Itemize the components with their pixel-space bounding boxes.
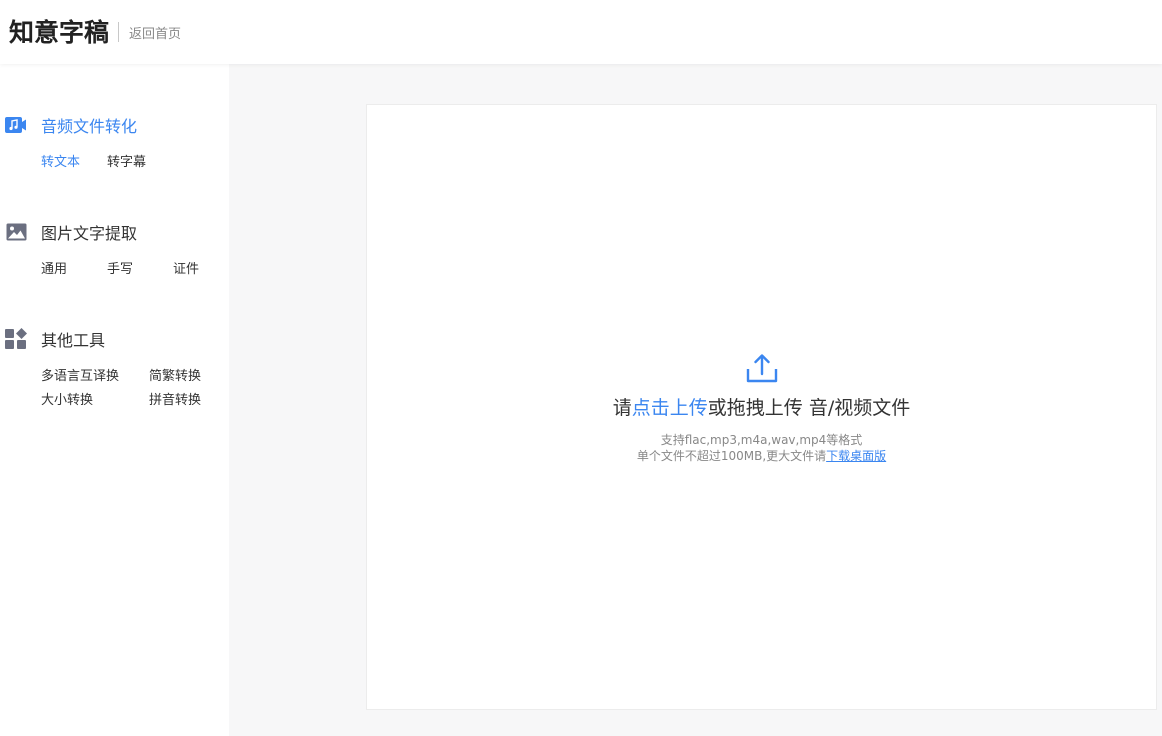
- upload-icon: [367, 351, 1156, 385]
- sub-item-translate[interactable]: 多语言互译换: [41, 365, 149, 384]
- sidebar-section-label: 音频文件转化: [41, 117, 138, 136]
- sidebar-section-audio: 音频文件转化 转文本 转字幕: [0, 113, 229, 170]
- tools-grid-icon: [5, 328, 27, 350]
- sidebar-item-image-ocr[interactable]: 图片文字提取: [0, 220, 229, 244]
- sub-item-to-subtitle[interactable]: 转字幕: [107, 151, 173, 170]
- audio-sub-items: 转文本 转字幕: [41, 151, 229, 170]
- sidebar-item-audio-convert[interactable]: 音频文件转化: [0, 113, 229, 137]
- upload-hint: 支持flac,mp3,m4a,wav,mp4等格式 单个文件不超过100MB,更…: [367, 432, 1156, 464]
- sub-item-to-text[interactable]: 转文本: [41, 151, 107, 170]
- sidebar-item-other-tools[interactable]: 其他工具: [0, 327, 229, 351]
- sub-item-id-document[interactable]: 证件: [173, 258, 239, 277]
- sidebar-section-label: 图片文字提取: [41, 224, 138, 243]
- upload-prefix: 请: [612, 397, 632, 419]
- tools-sub-items: 多语言互译换 简繁转换 大小转换 拼音转换: [41, 365, 229, 408]
- sub-item-case-convert[interactable]: 大小转换: [41, 389, 149, 408]
- sub-item-simplified-traditional[interactable]: 简繁转换: [149, 365, 229, 384]
- back-home-link[interactable]: 返回首页: [129, 23, 181, 42]
- sub-item-pinyin-convert[interactable]: 拼音转换: [149, 389, 229, 408]
- sidebar-section-tools: 其他工具 多语言互译换 简繁转换 大小转换 拼音转换: [0, 327, 229, 408]
- formats-hint: 支持flac,mp3,m4a,wav,mp4等格式: [660, 433, 863, 447]
- header-divider: [118, 22, 120, 42]
- sidebar: 音频文件转化 转文本 转字幕 图片文字提取 通用 手写 证件 其他工具 多语言互…: [0, 64, 229, 736]
- sub-item-handwriting[interactable]: 手写: [107, 258, 173, 277]
- image-sub-items: 通用 手写 证件: [41, 258, 229, 277]
- size-hint: 单个文件不超过100MB,更大文件请: [636, 449, 827, 463]
- sidebar-section-label: 其他工具: [41, 331, 106, 350]
- download-desktop-link[interactable]: 下载桌面版: [826, 449, 886, 463]
- app-logo[interactable]: 知意字稿: [9, 20, 109, 45]
- top-header: 知意字稿 返回首页: [0, 0, 1162, 64]
- upload-instruction: 请点击上传或拖拽上传 音/视频文件: [367, 393, 1156, 420]
- upload-suffix: 或拖拽上传 音/视频文件: [707, 397, 911, 419]
- upload-dropzone[interactable]: 请点击上传或拖拽上传 音/视频文件 支持flac,mp3,m4a,wav,mp4…: [366, 104, 1157, 710]
- audio-file-icon: [5, 114, 27, 136]
- click-upload-link[interactable]: 点击上传: [632, 397, 708, 419]
- upload-content: 请点击上传或拖拽上传 音/视频文件 支持flac,mp3,m4a,wav,mp4…: [367, 351, 1156, 464]
- image-icon: [5, 221, 27, 243]
- sub-item-general[interactable]: 通用: [41, 258, 107, 277]
- sidebar-section-image: 图片文字提取 通用 手写 证件: [0, 220, 229, 277]
